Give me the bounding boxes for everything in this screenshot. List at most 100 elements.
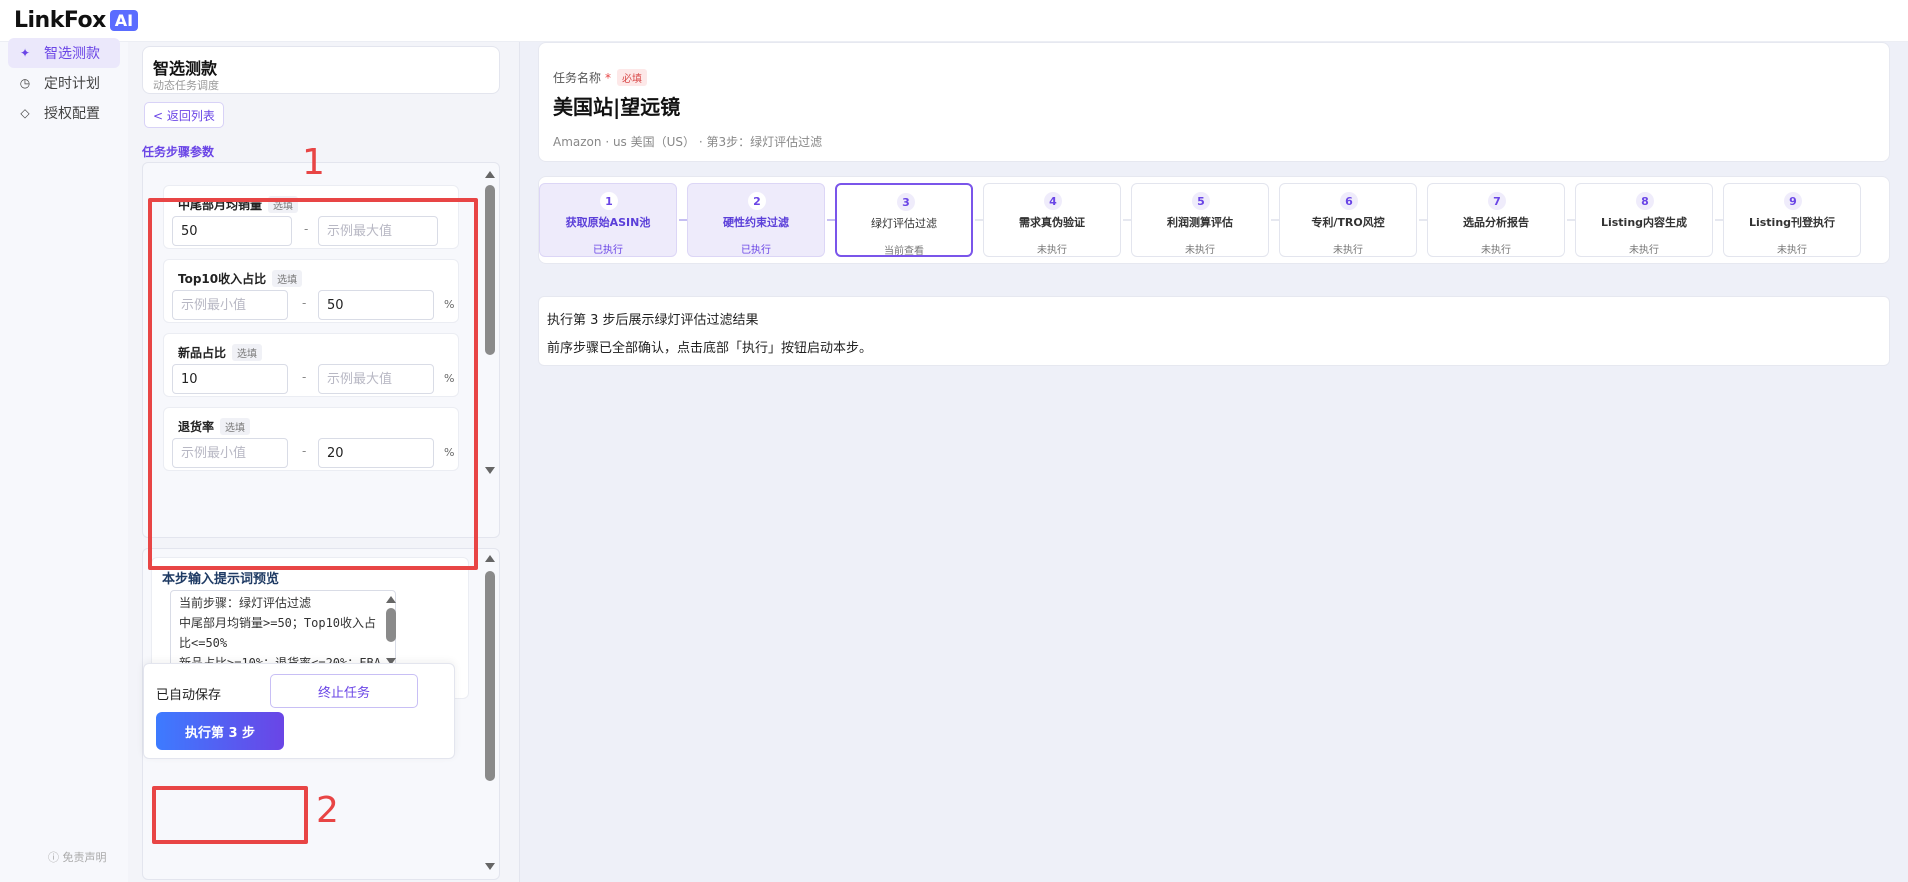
step-status: 未执行	[1481, 245, 1511, 256]
sidebar-item-auth-config[interactable]: ◇ 授权配置	[8, 98, 120, 128]
sidebar-item-schedule[interactable]: ◷ 定时计划	[8, 68, 120, 98]
percent-unit: %	[444, 298, 455, 311]
step-2[interactable]: 2 硬性约束过滤 已执行	[687, 183, 825, 257]
max-value-input[interactable]	[318, 216, 438, 246]
step-7[interactable]: 7 选品分析报告 未执行	[1427, 183, 1565, 257]
step-pipeline: 1 获取原始ASIN池 已执行 2 硬性约束过滤 已执行 3 绿灯评估过滤 当前…	[538, 176, 1890, 264]
scroll-thumb[interactable]	[386, 608, 396, 642]
step-9[interactable]: 9 Listing刊登执行 未执行	[1723, 183, 1861, 257]
sidebar: ✦ 智选测款 ◷ 定时计划 ◇ 授权配置 ⓘ 免责声明	[0, 38, 128, 882]
task-name[interactable]: 美国站|望远镜	[553, 91, 680, 120]
param-label: 中尾部月均销量	[178, 198, 263, 212]
step-name: 获取原始ASIN池	[565, 216, 651, 229]
optional-tag: 选填	[268, 196, 299, 213]
step-name: 利润测算评估	[1167, 216, 1233, 229]
param-new-product-share: 新品占比 选填 - %	[163, 333, 459, 397]
step-number: 8	[1636, 192, 1654, 210]
max-value-input[interactable]	[318, 438, 434, 468]
step-4[interactable]: 4 需求真伪验证 未执行	[983, 183, 1121, 257]
range-dash: -	[302, 444, 307, 458]
param-label: 新品占比	[178, 346, 227, 360]
step-status: 未执行	[1185, 245, 1215, 256]
param-return-rate: 退货率 选填 - %	[163, 407, 459, 471]
prompt-area-scrollbar[interactable]	[483, 553, 497, 875]
step-name: Listing内容生成	[1600, 216, 1688, 229]
step-6[interactable]: 6 专利/TRO风控 未执行	[1279, 183, 1417, 257]
step-1[interactable]: 1 获取原始ASIN池 已执行	[539, 183, 677, 257]
step-status: 已执行	[593, 245, 623, 256]
sidebar-item-smart-select[interactable]: ✦ 智选测款	[8, 38, 120, 68]
prompt-title: 本步输入提示词预览	[162, 572, 280, 587]
percent-unit: %	[444, 446, 455, 459]
step-number: 7	[1488, 192, 1506, 210]
scroll-down-icon[interactable]	[485, 467, 495, 474]
section-label: 任务步骤参数	[142, 145, 215, 159]
step-name: Listing刊登执行	[1748, 216, 1836, 229]
sidebar-item-label: 定时计划	[44, 76, 100, 92]
step-number: 3	[897, 193, 915, 211]
optional-tag: 选填	[220, 418, 251, 435]
required-tag: 必填	[617, 69, 648, 86]
logo-badge: AI	[109, 10, 139, 31]
optional-tag: 选填	[272, 270, 303, 287]
param-label: Top10收入占比	[178, 272, 267, 286]
action-footer: 已自动保存 终止任务 执行第 3 步	[143, 663, 455, 759]
optional-tag: 选填	[232, 344, 263, 361]
app-logo[interactable]: LinkFox AI	[14, 8, 139, 33]
disclaimer-link[interactable]: ⓘ 免责声明	[48, 849, 107, 865]
step-status: 未执行	[1333, 245, 1363, 256]
param-label: 退货率	[178, 420, 215, 434]
step-8[interactable]: 8 Listing内容生成 未执行	[1575, 183, 1713, 257]
step-number: 1	[600, 192, 618, 210]
clock-icon: ◷	[19, 76, 31, 90]
task-header-card: 智选测款 动态任务调度	[142, 46, 500, 94]
step-3[interactable]: 3 绿灯评估过滤 当前查看	[835, 183, 973, 257]
autosave-status: 已自动保存	[156, 688, 222, 703]
annotation-label-1: 1	[302, 142, 325, 183]
params-scrollbar[interactable]	[483, 167, 497, 533]
required-mark: *	[605, 70, 612, 85]
max-value-input[interactable]	[318, 364, 434, 394]
diamond-icon: ◇	[20, 106, 30, 120]
step-result-card: 执行第 3 步后展示绿灯评估过滤结果 前序步骤已全部确认，点击底部「执行」按钮启…	[538, 296, 1890, 366]
min-value-input[interactable]	[172, 364, 288, 394]
task-name-label: 任务名称	[553, 71, 602, 85]
min-value-input[interactable]	[172, 438, 288, 468]
min-value-input[interactable]	[172, 290, 288, 320]
step-status: 已执行	[741, 245, 771, 256]
param-mid-tail-sales: 中尾部月均销量 选填 -	[163, 185, 459, 249]
step-5[interactable]: 5 利润测算评估 未执行	[1131, 183, 1269, 257]
scroll-thumb[interactable]	[485, 571, 495, 781]
scroll-thumb[interactable]	[485, 185, 495, 355]
annotation-label-2: 2	[316, 790, 339, 831]
scroll-up-icon[interactable]	[485, 555, 495, 562]
range-dash: -	[302, 370, 307, 384]
step-status: 未执行	[1037, 245, 1067, 256]
step-name: 专利/TRO风控	[1311, 216, 1385, 229]
percent-unit: %	[444, 372, 455, 385]
step-number: 2	[748, 192, 766, 210]
step-name: 选品分析报告	[1463, 216, 1529, 229]
step-name: 需求真伪验证	[1019, 216, 1085, 229]
param-top10-revenue-share: Top10收入占比 选填 - %	[163, 259, 459, 323]
scroll-down-icon[interactable]	[485, 863, 495, 870]
step-name: 硬性约束过滤	[723, 216, 789, 229]
step-number: 4	[1044, 192, 1062, 210]
execute-step-button[interactable]: 执行第 3 步	[156, 712, 284, 750]
step-number: 6	[1340, 192, 1358, 210]
step-number: 5	[1192, 192, 1210, 210]
task-title: 智选测款	[153, 59, 218, 78]
max-value-input[interactable]	[318, 290, 434, 320]
main-content: 任务名称 * 必填 美国站|望远镜 Amazon · us 美国（US） · 第…	[520, 42, 1908, 882]
scroll-up-icon[interactable]	[485, 171, 495, 178]
range-dash: -	[304, 222, 309, 236]
back-to-list-button[interactable]: < 返回列表	[144, 102, 224, 128]
min-value-input[interactable]	[172, 216, 292, 246]
task-subtitle: 动态任务调度	[153, 79, 219, 92]
sidebar-item-label: 授权配置	[44, 106, 100, 122]
result-hint: 前序步骤已全部确认，点击底部「执行」按钮启动本步。	[547, 341, 873, 356]
params-scroll-area[interactable]: 中尾部月均销量 选填 - Top10收入占比 选填 - % 新品占比 选填	[142, 162, 500, 538]
stop-task-button[interactable]: 终止任务	[270, 674, 418, 708]
step-name: 绿灯评估过滤	[871, 217, 937, 230]
scroll-up-icon[interactable]	[386, 596, 396, 603]
